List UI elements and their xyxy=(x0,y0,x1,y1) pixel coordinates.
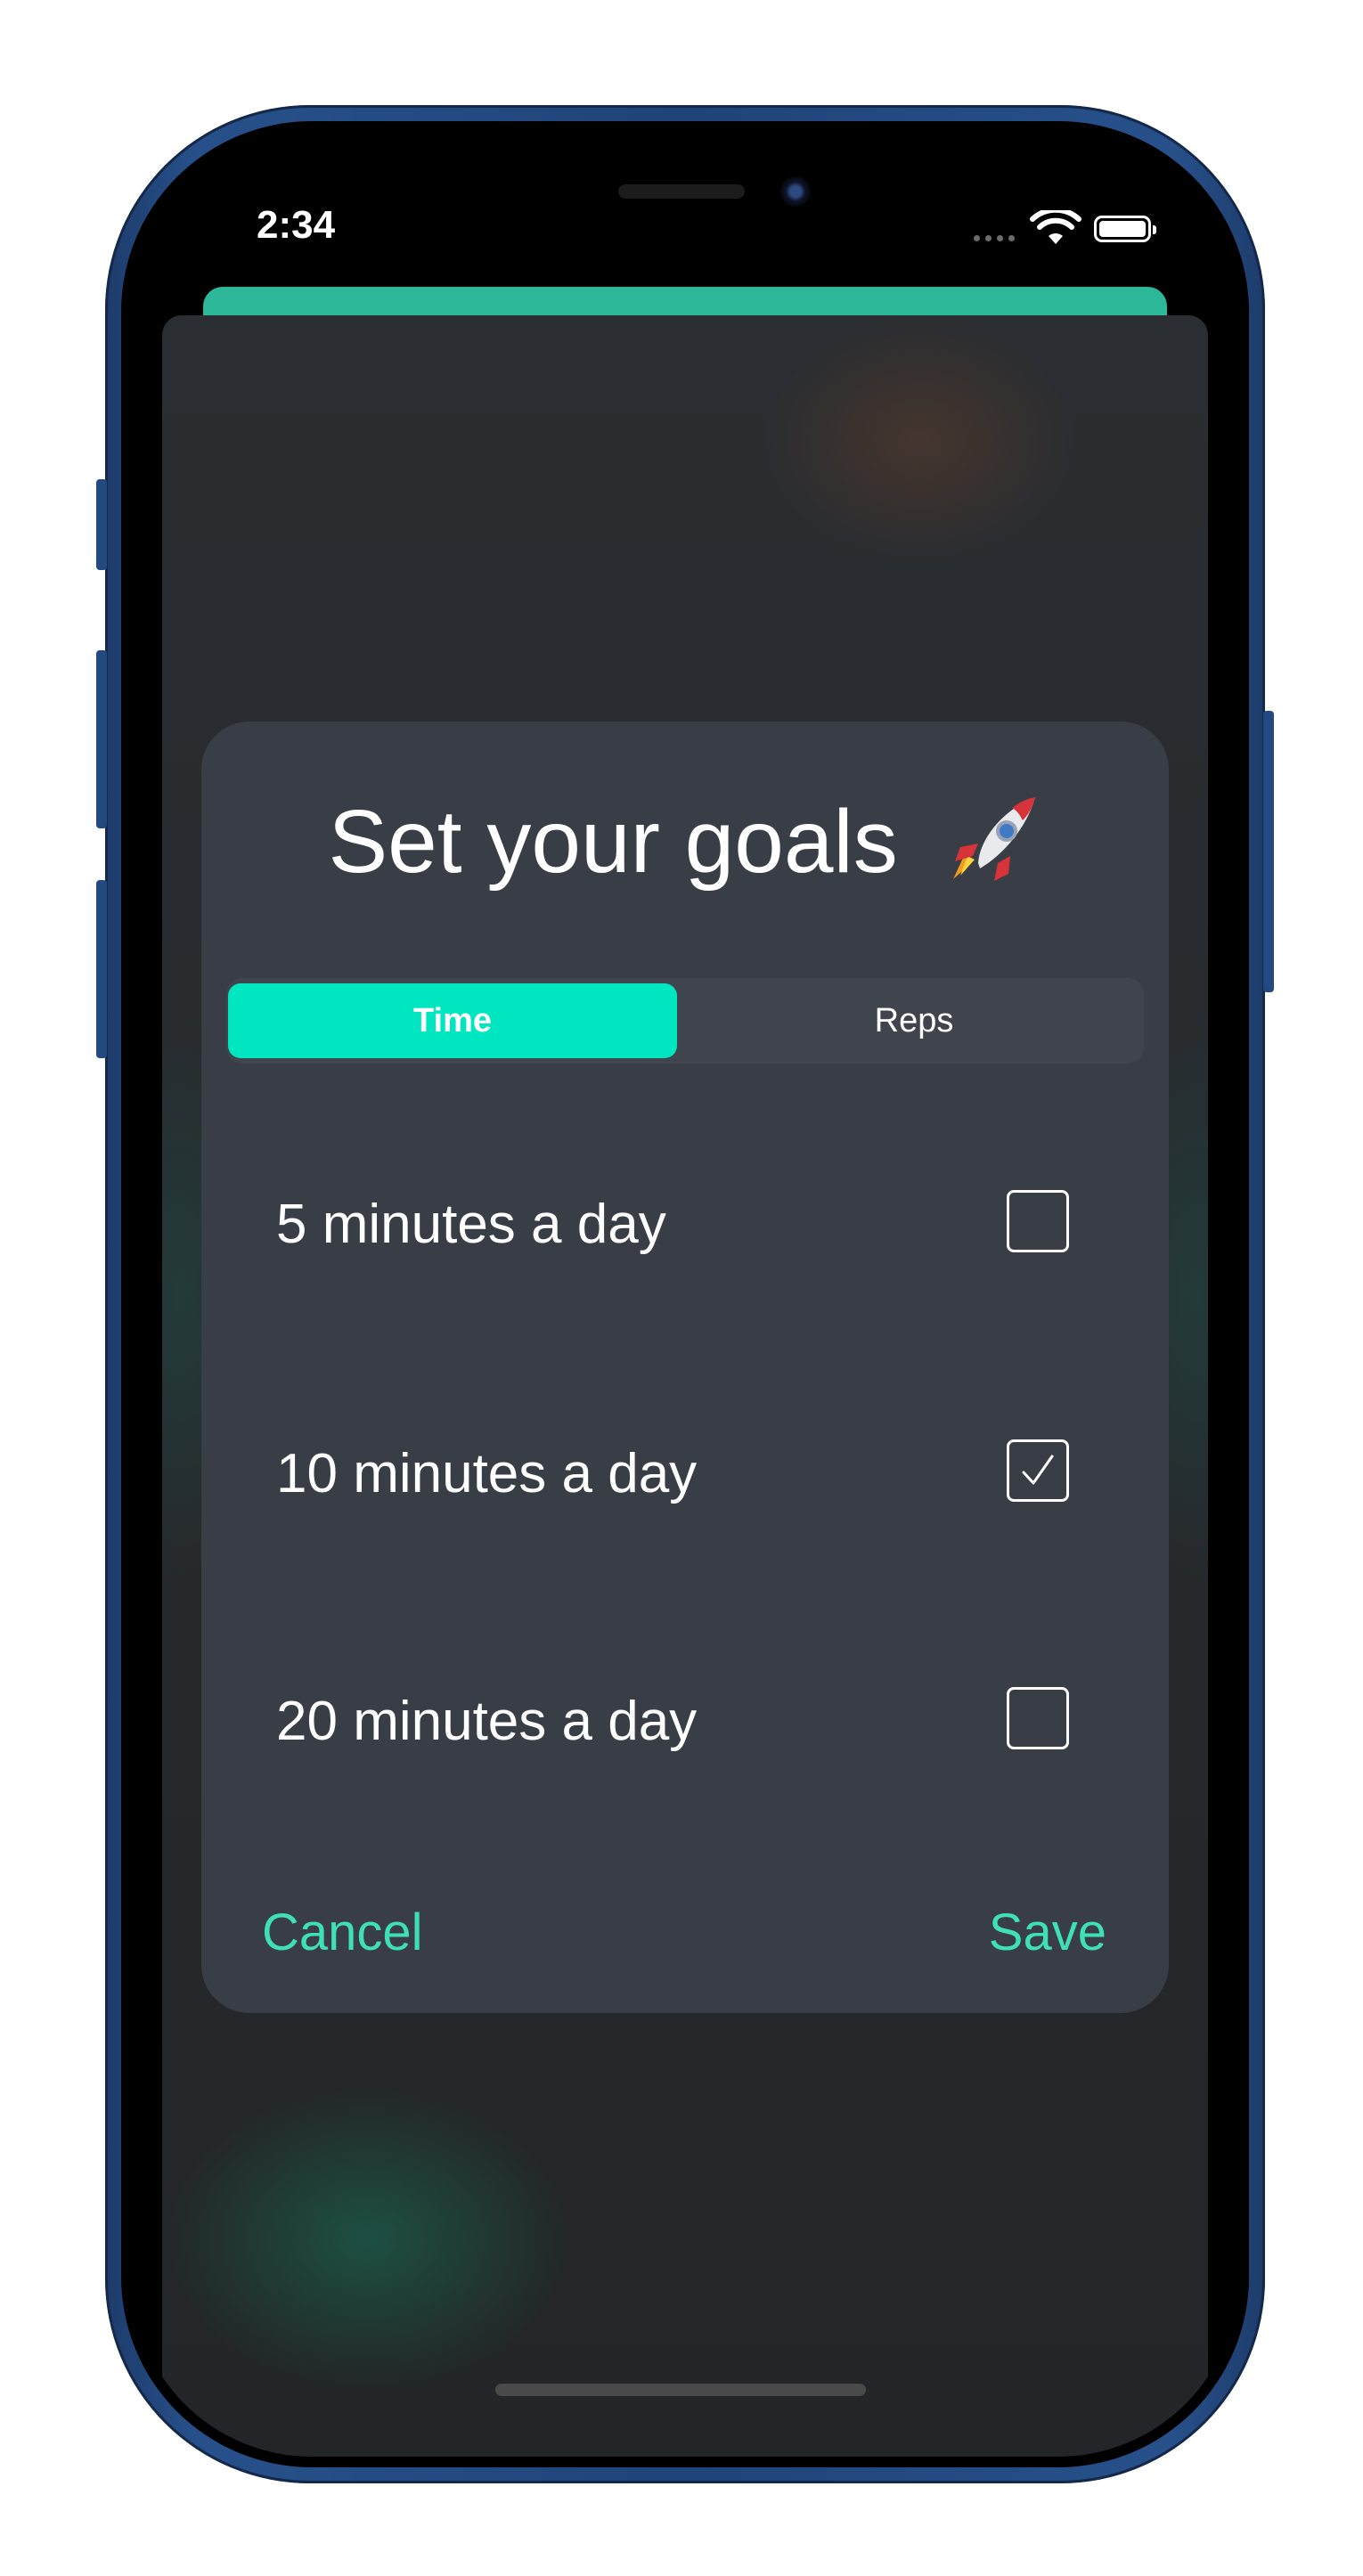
cancel-button[interactable]: Cancel xyxy=(262,1902,423,1964)
battery-icon xyxy=(1094,216,1156,242)
silent-switch xyxy=(96,479,107,570)
tab-reps[interactable]: Reps xyxy=(690,983,1139,1058)
goal-type-segmented-control: Time Reps xyxy=(226,978,1144,1064)
cellular-signal-icon xyxy=(974,235,1015,241)
power-button xyxy=(1263,711,1274,992)
home-indicator[interactable] xyxy=(495,2384,866,2396)
checkbox-unchecked[interactable] xyxy=(1007,1687,1069,1749)
volume-down-button xyxy=(96,880,107,1058)
volume-up-button xyxy=(96,650,107,828)
earpiece-speaker xyxy=(618,184,745,199)
screen: 2:34 Set your goals Time Reps 5 minutes … xyxy=(132,132,1238,2457)
rocket-icon xyxy=(952,797,1035,881)
checkmark-icon xyxy=(1022,1455,1054,1485)
dialog-title: Set your goals xyxy=(201,791,1169,893)
option-row-5-minutes[interactable]: 5 minutes a day xyxy=(276,1185,1096,1265)
status-time: 2:34 xyxy=(257,203,336,247)
wifi-icon xyxy=(1030,210,1081,244)
option-label: 20 minutes a day xyxy=(276,1691,698,1752)
dialog-title-text: Set your goals xyxy=(328,792,898,892)
save-button[interactable]: Save xyxy=(989,1902,1106,1964)
tab-time[interactable]: Time xyxy=(228,983,677,1058)
option-row-10-minutes[interactable]: 10 minutes a day xyxy=(276,1434,1096,1514)
option-label: 5 minutes a day xyxy=(276,1194,666,1255)
goals-dialog: Set your goals Time Reps 5 minutes a day… xyxy=(201,721,1169,2013)
option-row-20-minutes[interactable]: 20 minutes a day xyxy=(276,1682,1096,1762)
front-camera xyxy=(780,176,811,207)
option-label: 10 minutes a day xyxy=(276,1443,698,1504)
checkbox-checked[interactable] xyxy=(1007,1439,1069,1502)
checkbox-unchecked[interactable] xyxy=(1007,1190,1069,1252)
